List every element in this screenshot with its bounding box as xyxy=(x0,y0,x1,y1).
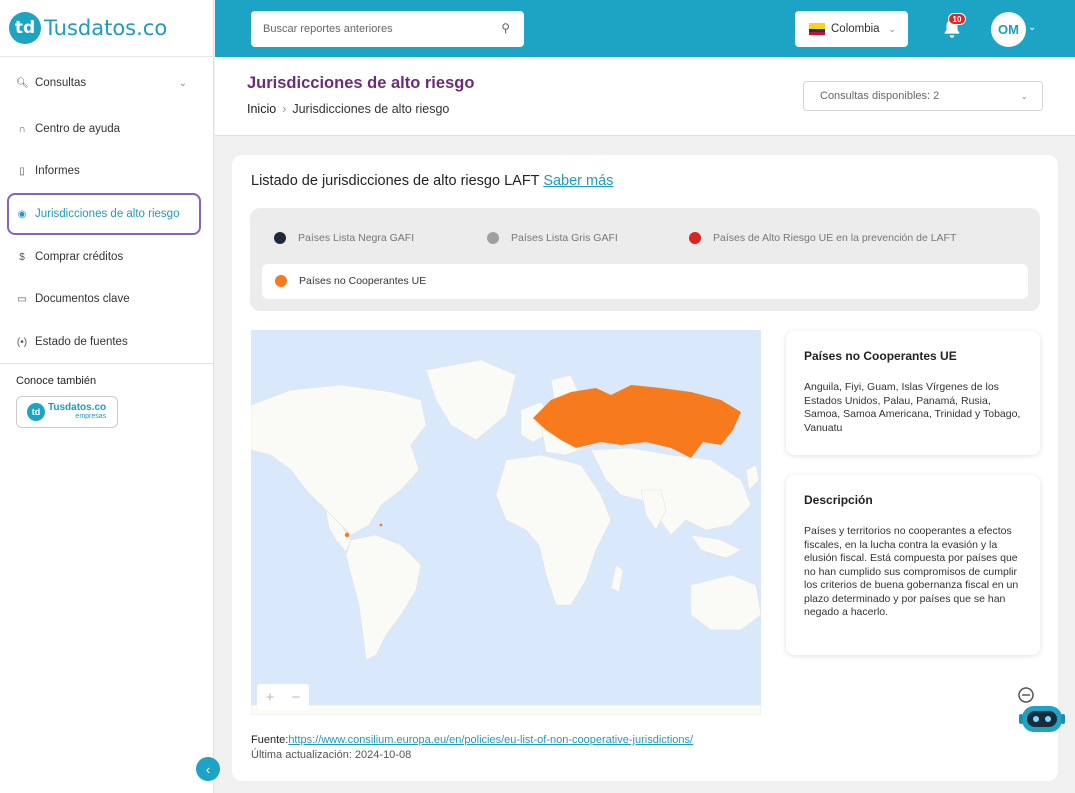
globe-icon: ◉ xyxy=(17,208,27,220)
chevron-down-icon: ⌄ xyxy=(1020,90,1028,101)
sidebar-item-consultas[interactable]: 🔍︎ Consultas ⌄ xyxy=(7,62,201,104)
saber-mas-link[interactable]: Saber más xyxy=(543,173,613,189)
sidebar-item-label: Estado de fuentes xyxy=(35,336,128,348)
breadcrumb-home[interactable]: Inicio xyxy=(247,102,276,116)
page-header: Jurisdicciones de alto riesgo Inicio › Jur… xyxy=(215,57,1075,136)
logo-text: Tusdatos.co xyxy=(44,16,168,40)
folder-icon: ▭ xyxy=(17,293,27,305)
legend-label: Países Lista Gris GAFI xyxy=(511,232,618,244)
logo[interactable]: td Tusdatos.co xyxy=(0,0,213,57)
chevron-right-icon: › xyxy=(282,102,287,116)
sidebar: td Tusdatos.co 🔍︎ Consultas ⌄ ∩ Centro d… xyxy=(0,0,214,793)
document-icon: ▯ xyxy=(19,165,25,177)
dark-dot-icon xyxy=(274,232,286,244)
chevron-left-icon: ‹ xyxy=(205,761,211,777)
source-line: Fuente:https://www.consilium.europa.eu/e… xyxy=(251,734,693,746)
chevron-down-icon[interactable]: ⌄ xyxy=(1028,22,1036,33)
legend-label: Países Lista Negra GAFI xyxy=(298,232,415,244)
world-map-svg xyxy=(251,359,761,715)
world-map[interactable]: + − xyxy=(251,330,761,715)
jurisdictions-card: Listado de jurisdicciones de alto riesgo… xyxy=(232,155,1058,781)
sidebar-item-label: Jurisdicciones de alto riesgo xyxy=(35,208,180,220)
legend-item-alto-riesgo-ue[interactable]: Países de Alto Riesgo UE en la prevenció… xyxy=(689,232,956,244)
tusdatos-empresas-link[interactable]: td Tusdatos.co empresas xyxy=(16,396,118,428)
sidebar-item-informes[interactable]: ▯ Informes xyxy=(7,150,201,192)
description-card: Descripción Países y territorios no coop… xyxy=(786,475,1040,655)
credits-label: Consultas disponibles: 2 xyxy=(820,90,940,102)
breadcrumb: Inicio › Jurisdicciones de alto riesgo xyxy=(247,102,449,116)
sidebar-item-label: Documentos clave xyxy=(35,293,130,305)
legend-label: Países no Cooperantes UE xyxy=(299,275,427,287)
zoom-out-button[interactable]: − xyxy=(292,689,301,706)
description-title: Descripción xyxy=(804,493,873,507)
chevron-down-icon: ⌄ xyxy=(888,23,896,34)
description-text: Países y territorios no cooperantes a ef… xyxy=(804,525,1019,618)
zoom-in-button[interactable]: + xyxy=(266,689,275,706)
collapse-sidebar-button[interactable]: ‹ xyxy=(196,757,220,781)
card-title-text: Listado de jurisdicciones de alto riesgo… xyxy=(251,173,540,189)
partner-logo-mark: td xyxy=(27,403,45,421)
legend-filter: Países Lista Negra GAFI Países Lista Gri… xyxy=(250,208,1040,311)
search-doc-icon: 🔍︎ xyxy=(16,77,29,89)
country-select[interactable]: Colombia ⌄ xyxy=(795,11,908,47)
sidebar-divider xyxy=(0,363,214,364)
legend-item-lista-gris[interactable]: Países Lista Gris GAFI xyxy=(487,232,618,244)
conoce-tambien-label: Conoce también xyxy=(16,375,97,387)
legend-item-lista-negra[interactable]: Países Lista Negra GAFI xyxy=(274,232,414,244)
sidebar-item-jurisdicciones[interactable]: ◉ Jurisdicciones de alto riesgo xyxy=(7,193,201,235)
source-link[interactable]: https://www.consilium.europa.eu/en/polic… xyxy=(288,734,693,746)
chatbot-icon[interactable] xyxy=(1014,686,1068,740)
notification-count-badge: 10 xyxy=(948,13,966,25)
sidebar-item-label: Comprar créditos xyxy=(35,251,124,263)
info-text: Anguila, Fiyi, Guam, Islas Vírgenes de l… xyxy=(804,381,1021,434)
info-title: Países no Cooperantes UE xyxy=(804,349,957,363)
legend-label: Países de Alto Riesgo UE en la prevenció… xyxy=(713,232,957,244)
topbar: Buscar reportes anteriores ⚲ Colombia ⌄ … xyxy=(215,0,1075,57)
search-input[interactable]: Buscar reportes anteriores ⚲ xyxy=(251,11,524,47)
sidebar-item-label: Informes xyxy=(35,165,80,177)
breadcrumb-current: Jurisdicciones de alto riesgo xyxy=(292,102,450,116)
headset-icon: ∩ xyxy=(18,123,26,135)
last-updated: Última actualización: 2024-10-08 xyxy=(251,749,412,761)
map-zoom-control: + − xyxy=(257,684,309,710)
legend-item-no-cooperantes[interactable]: Países no Cooperantes UE xyxy=(262,264,1028,299)
partner-sub: empresas xyxy=(75,413,107,420)
source-label: Fuente: xyxy=(251,734,289,746)
partner-name: Tusdatos.co xyxy=(48,402,107,413)
avatar[interactable]: OM xyxy=(991,12,1026,47)
logo-mark: td xyxy=(9,12,41,44)
search-icon[interactable]: ⚲ xyxy=(501,21,510,35)
trinidad-region[interactable] xyxy=(379,523,383,527)
sidebar-item-label: Centro de ayuda xyxy=(35,123,121,135)
sidebar-item-estado-fuentes[interactable]: (•) Estado de fuentes xyxy=(7,321,201,363)
colombia-flag-icon xyxy=(809,23,825,35)
info-card: Países no Cooperantes UE Anguila, Fiyi, … xyxy=(786,331,1040,455)
sidebar-item-label: Consultas xyxy=(35,77,87,89)
sidebar-item-comprar-creditos[interactable]: $ Comprar créditos xyxy=(7,236,201,278)
sidebar-item-documentos-clave[interactable]: ▭ Documentos clave xyxy=(7,278,201,320)
broadcast-icon: (•) xyxy=(16,336,28,348)
panama-region[interactable] xyxy=(344,532,350,538)
sidebar-item-centro-ayuda[interactable]: ∩ Centro de ayuda xyxy=(7,108,201,150)
search-placeholder: Buscar reportes anteriores xyxy=(263,23,393,35)
chevron-down-icon: ⌄ xyxy=(178,77,187,89)
red-dot-icon xyxy=(689,232,701,244)
credits-dropdown[interactable]: Consultas disponibles: 2 ⌄ xyxy=(803,81,1043,111)
orange-dot-icon xyxy=(275,275,287,287)
coin-icon: $ xyxy=(19,251,25,263)
page-title: Jurisdicciones de alto riesgo xyxy=(247,74,475,92)
country-label: Colombia xyxy=(831,23,880,35)
gray-dot-icon xyxy=(487,232,499,244)
card-title: Listado de jurisdicciones de alto riesgo… xyxy=(251,173,613,189)
